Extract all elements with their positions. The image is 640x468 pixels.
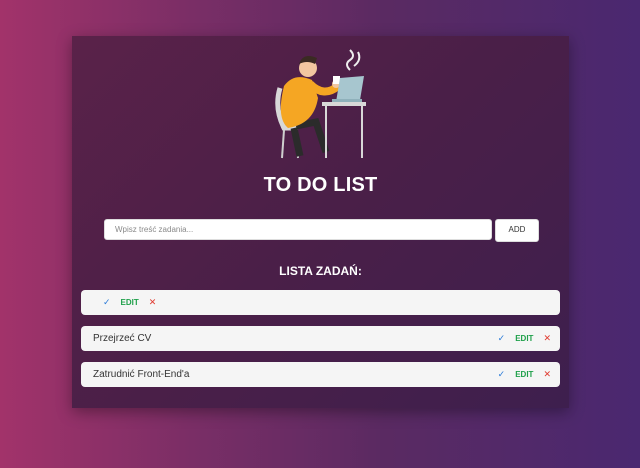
check-icon[interactable]: ✓ (498, 369, 506, 380)
task-list-heading: LISTA ZADAŃ: (279, 264, 362, 278)
check-icon[interactable]: ✓ (103, 297, 111, 308)
task-item: ✓ EDIT ✕ (81, 290, 560, 315)
developer-illustration (275, 49, 366, 159)
delete-icon[interactable]: ✕ (149, 297, 157, 308)
edit-button[interactable]: EDIT (515, 370, 533, 379)
app-title: TO DO LIST (263, 174, 378, 196)
task-actions: ✓ EDIT ✕ (493, 326, 556, 351)
task-actions: ✓ EDIT ✕ (98, 290, 161, 315)
task-input[interactable] (104, 219, 492, 240)
task-text: Przejrzeć CV (93, 333, 152, 344)
task-item: Przejrzeć CV ✓ EDIT ✕ (81, 326, 560, 351)
check-icon[interactable]: ✓ (498, 333, 506, 344)
edit-button[interactable]: EDIT (515, 334, 533, 343)
edit-button[interactable]: EDIT (121, 298, 139, 307)
task-item: Zatrudnić Front-End'a ✓ EDIT ✕ (81, 362, 560, 387)
task-actions: ✓ EDIT ✕ (493, 362, 556, 387)
todo-card: TO DO LIST ADD LISTA ZADAŃ: ✓ EDIT ✕ Prz… (72, 36, 569, 408)
delete-icon[interactable]: ✕ (543, 369, 551, 380)
delete-icon[interactable]: ✕ (543, 333, 551, 344)
task-text: Zatrudnić Front-End'a (93, 369, 190, 380)
add-button[interactable]: ADD (495, 219, 539, 242)
